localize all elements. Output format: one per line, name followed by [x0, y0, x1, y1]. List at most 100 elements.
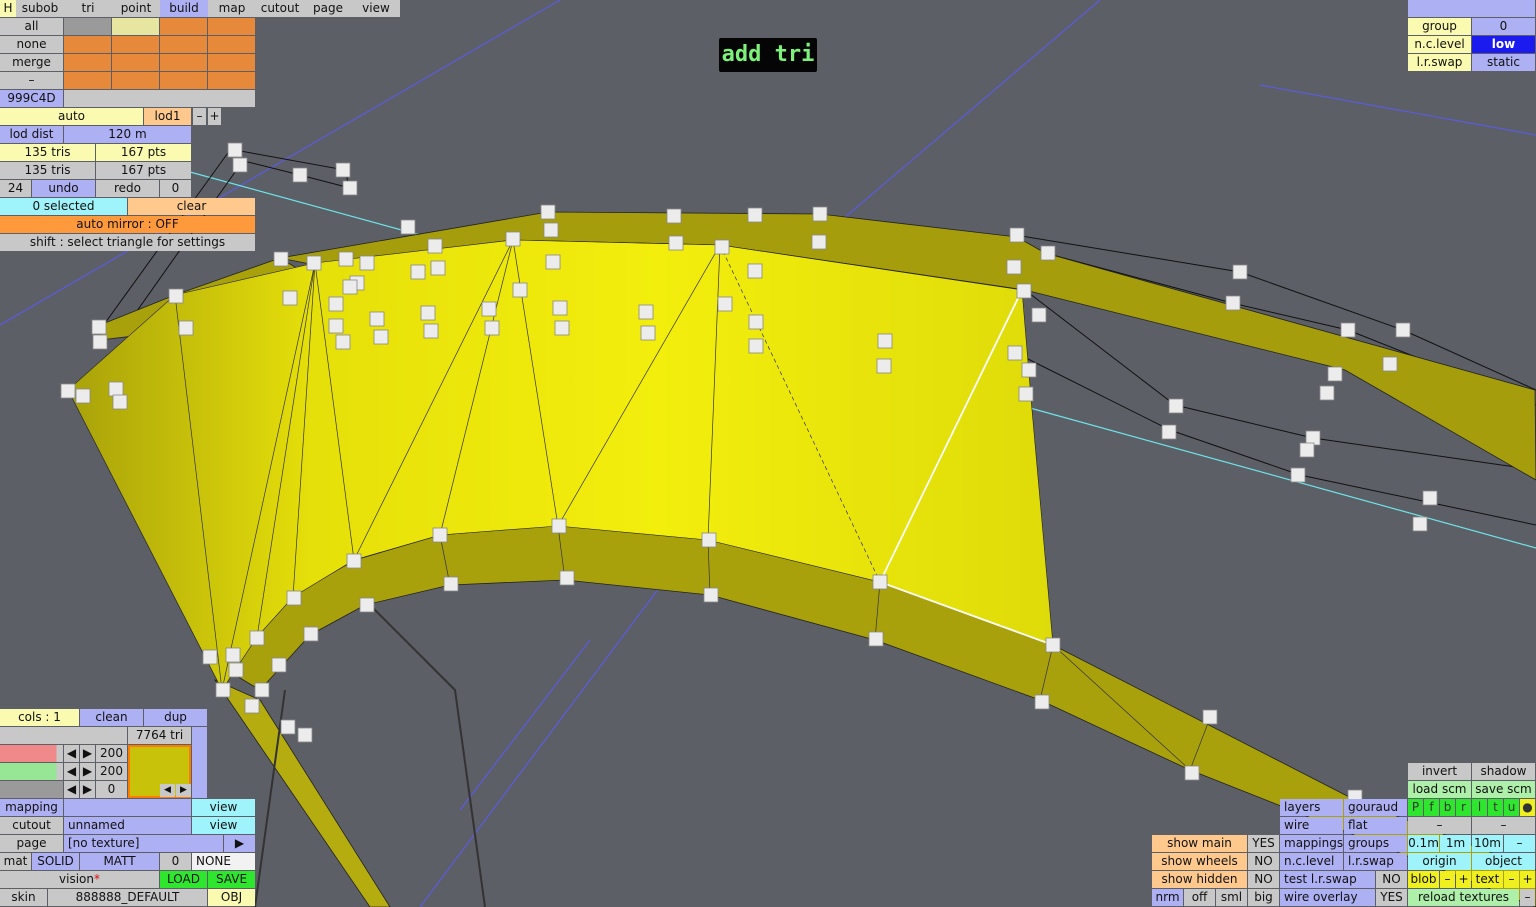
vertex-handle[interactable] [1168, 398, 1184, 414]
vertex-handle[interactable] [559, 570, 575, 586]
flag-button[interactable]: r [1456, 799, 1471, 816]
undo-button[interactable]: undo [32, 180, 95, 197]
vertex-handle[interactable] [1299, 442, 1315, 458]
vertex-handle[interactable] [178, 320, 194, 336]
scale-dash-button[interactable]: – [1504, 835, 1535, 852]
vertex-handle[interactable] [427, 238, 443, 254]
vertex-handle[interactable] [1007, 345, 1023, 361]
lod-dist-value[interactable]: 120 m [64, 126, 191, 143]
vertex-handle[interactable] [703, 587, 719, 603]
big-button[interactable]: big [1248, 889, 1279, 906]
flag-button[interactable]: P [1408, 799, 1423, 816]
tab-page[interactable]: page [304, 0, 352, 17]
text-plus-button[interactable]: + [1520, 871, 1535, 888]
vertex-handle[interactable] [1016, 283, 1032, 299]
select-all-button[interactable]: all [0, 18, 63, 35]
grid-cell[interactable] [160, 54, 207, 71]
red-slider[interactable] [0, 745, 63, 762]
layers-button[interactable]: layers [1280, 799, 1343, 816]
vertex-handle[interactable] [714, 239, 730, 255]
vertex-handle[interactable] [297, 727, 313, 743]
skin-field[interactable]: 888888_DEFAULT [48, 889, 207, 906]
grid-cell[interactable] [208, 18, 255, 35]
tab-subob[interactable]: subob [16, 0, 64, 17]
vertex-handle[interactable] [335, 334, 351, 350]
flag-button[interactable]: u [1504, 799, 1519, 816]
grid-cell[interactable] [64, 18, 111, 35]
vertex-handle[interactable] [868, 631, 884, 647]
dash-button-1[interactable]: – [1408, 817, 1471, 834]
page-field[interactable]: [no texture] [64, 835, 223, 852]
vertex-handle[interactable] [335, 162, 351, 178]
vertex-handle[interactable] [1045, 637, 1061, 653]
color-scroll[interactable] [192, 727, 207, 798]
vertex-handle[interactable] [512, 282, 528, 298]
vertex-handle[interactable] [430, 260, 446, 276]
vertex-handle[interactable] [328, 318, 344, 334]
vertex-handle[interactable] [505, 231, 521, 247]
grid-cell[interactable] [160, 36, 207, 53]
grid-cell[interactable] [112, 54, 159, 71]
vertex-handle[interactable] [1290, 467, 1306, 483]
vertex-handle[interactable] [668, 235, 684, 251]
vertex-handle[interactable] [432, 527, 448, 543]
vertex-handle[interactable] [481, 301, 497, 317]
vertex-handle[interactable] [1412, 516, 1428, 532]
vertex-handle[interactable] [872, 574, 888, 590]
red-left-arrow[interactable]: ◀ [64, 745, 79, 762]
blue-left-arrow[interactable]: ◀ [64, 781, 79, 798]
vertex-handle[interactable] [410, 264, 426, 280]
wire-overlay-toggle[interactable]: YES [1376, 889, 1407, 906]
grid-cell[interactable] [208, 36, 255, 53]
vertex-handle[interactable] [545, 254, 561, 270]
hex-field[interactable] [64, 90, 255, 107]
vertex-handle[interactable] [1021, 362, 1037, 378]
blob-minus-button[interactable]: – [1440, 871, 1455, 888]
show-wheels-toggle[interactable]: NO [1248, 853, 1279, 870]
shadow-button[interactable]: shadow [1472, 763, 1535, 780]
vertex-handle[interactable] [747, 263, 763, 279]
wire-button[interactable]: wire [1280, 817, 1343, 834]
load-button[interactable]: LOAD [160, 871, 207, 888]
vertex-handle[interactable] [717, 296, 733, 312]
vertex-handle[interactable] [877, 333, 893, 349]
vertex-handle[interactable] [75, 388, 91, 404]
vertex-handle[interactable] [271, 657, 287, 673]
flag-button[interactable]: ● [1520, 799, 1535, 816]
vertex-handle[interactable] [202, 649, 218, 665]
save-button[interactable]: SAVE [208, 871, 255, 888]
lod1-button[interactable]: lod1 [144, 108, 191, 125]
vertex-handle[interactable] [1034, 694, 1050, 710]
dup-button[interactable]: dup [144, 709, 207, 726]
grid-cell[interactable] [112, 72, 159, 89]
clear-button[interactable]: clear [128, 198, 255, 215]
reload-textures-button[interactable]: reload textures [1408, 889, 1519, 906]
lod-auto-button[interactable]: auto [0, 108, 143, 125]
green-right-arrow[interactable]: ▶ [80, 763, 95, 780]
merge-button[interactable]: merge [0, 54, 63, 71]
lrswap-button[interactable]: l.r.swap [1344, 853, 1407, 870]
vertex-handle[interactable] [215, 682, 231, 698]
vertex-handle[interactable] [1319, 385, 1335, 401]
off-button[interactable]: off [1184, 889, 1215, 906]
vertex-handle[interactable] [1031, 307, 1047, 323]
vertex-handle[interactable] [638, 304, 654, 320]
matt-button[interactable]: MATT [80, 853, 159, 870]
vertex-handle[interactable] [748, 314, 764, 330]
none-field[interactable]: NONE [192, 853, 255, 870]
vertex-handle[interactable] [666, 208, 682, 224]
vertex-handle[interactable] [540, 204, 556, 220]
load-scm-button[interactable]: load scm [1408, 781, 1471, 798]
grid-cell[interactable] [160, 18, 207, 35]
scale-10m-button[interactable]: 10m [1472, 835, 1503, 852]
lrswap-value[interactable]: static [1472, 54, 1535, 71]
flag-button[interactable]: l [1472, 799, 1487, 816]
vertex-handle[interactable] [373, 329, 389, 345]
vertex-handle[interactable] [443, 576, 459, 592]
vertex-handle[interactable] [228, 662, 244, 678]
vertex-handle[interactable] [60, 383, 76, 399]
invert-button[interactable]: invert [1408, 763, 1471, 780]
wire-overlay-button[interactable]: wire overlay [1280, 889, 1375, 906]
scale-1m-button[interactable]: 1m [1440, 835, 1471, 852]
vertex-handle[interactable] [1327, 366, 1343, 382]
